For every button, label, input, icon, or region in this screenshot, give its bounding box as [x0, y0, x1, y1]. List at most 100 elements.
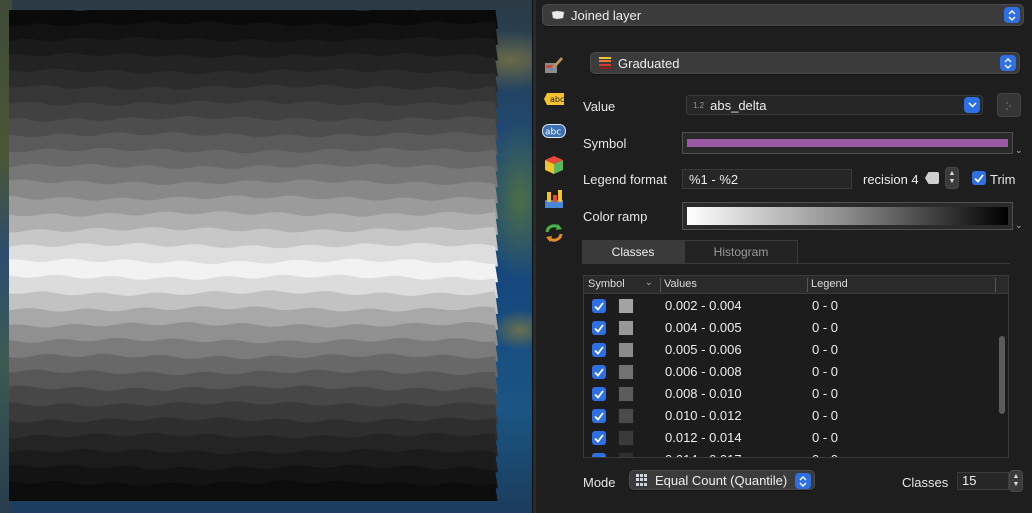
- class-visible-checkbox[interactable]: [592, 299, 606, 313]
- precision-stepper[interactable]: ▲ ▼: [945, 167, 959, 189]
- legend-format-label: Legend format: [583, 172, 667, 187]
- mask-tab[interactable]: abc: [540, 118, 568, 144]
- class-visible-checkbox[interactable]: [592, 453, 606, 457]
- class-legend[interactable]: 0 - 0: [812, 298, 838, 313]
- class-legend[interactable]: 0 - 0: [812, 408, 838, 423]
- value-field-combo[interactable]: 1.2 abs_delta: [686, 95, 983, 115]
- color-ramp-label: Color ramp: [583, 209, 648, 224]
- chevron-up-icon[interactable]: ▲: [1013, 473, 1020, 481]
- class-symbol-swatch[interactable]: [618, 320, 634, 336]
- symbol-swatch: [687, 139, 1008, 147]
- class-values[interactable]: 0.004 - 0.005: [665, 320, 742, 335]
- mode-combo[interactable]: Equal Count (Quantile): [629, 470, 815, 490]
- color-ramp-button[interactable]: [682, 202, 1013, 230]
- quantile-icon: [636, 474, 650, 486]
- layer-styling-panel: Joined layer abc abc Graduated Value 1.2…: [536, 0, 1032, 513]
- labels-tab[interactable]: abc: [540, 86, 568, 112]
- graduated-renderer-icon: [599, 56, 611, 70]
- table-row[interactable]: 0.010 - 0.012 0 - 0: [584, 405, 996, 427]
- classes-count-input[interactable]: 15: [957, 472, 1009, 490]
- class-visible-checkbox[interactable]: [592, 409, 606, 423]
- class-symbol-swatch[interactable]: [618, 364, 634, 380]
- svg-text:abc: abc: [550, 95, 564, 104]
- class-symbol-swatch[interactable]: [618, 298, 634, 314]
- table-header: Symbol ⌄ Values Legend: [584, 276, 1008, 294]
- class-values[interactable]: 0.008 - 0.010: [665, 386, 742, 401]
- table-row[interactable]: 0.002 - 0.004 0 - 0: [584, 295, 996, 317]
- class-symbol-swatch[interactable]: [618, 386, 634, 402]
- polygon-layer-icon: [551, 10, 565, 20]
- 3d-view-tab[interactable]: [540, 152, 568, 178]
- class-legend[interactable]: 0 - 0: [812, 342, 838, 357]
- class-symbol-swatch[interactable]: [618, 452, 634, 457]
- class-legend[interactable]: 0 - 0: [812, 320, 838, 335]
- symbology-tab[interactable]: [540, 52, 568, 78]
- chevron-updown-icon: [795, 473, 811, 489]
- table-row[interactable]: 0.008 - 0.010 0 - 0: [584, 383, 996, 405]
- classes-table[interactable]: Symbol ⌄ Values Legend 0.002 - 0.004 0 - …: [583, 275, 1009, 458]
- column-header-values[interactable]: Values: [664, 278, 697, 290]
- column-header-legend[interactable]: Legend: [811, 278, 848, 290]
- class-symbol-swatch[interactable]: [618, 342, 634, 358]
- class-symbol-swatch[interactable]: [618, 430, 634, 446]
- sort-chevron-icon[interactable]: ⌄: [645, 277, 653, 288]
- legend-format-value: %1 - %2: [689, 171, 739, 187]
- clear-icon[interactable]: [925, 172, 939, 184]
- table-row[interactable]: 0.004 - 0.005 0 - 0: [584, 317, 996, 339]
- expression-builder-button[interactable]: [997, 93, 1021, 117]
- checkmark-icon: [594, 389, 604, 399]
- class-legend[interactable]: 0 - 0: [812, 364, 838, 379]
- renderer-type-combo[interactable]: Graduated: [590, 52, 1020, 74]
- class-values[interactable]: 0.012 - 0.014: [665, 430, 742, 445]
- table-scrollbar[interactable]: [999, 336, 1005, 414]
- trim-label: Trim: [990, 172, 1016, 187]
- class-visible-checkbox[interactable]: [592, 387, 606, 401]
- layer-selector-combo[interactable]: Joined layer: [542, 4, 1024, 26]
- joined-layer-raster: [9, 10, 498, 501]
- diagrams-tab[interactable]: [540, 186, 568, 212]
- column-header-symbol[interactable]: Symbol: [588, 278, 625, 290]
- class-values[interactable]: 0.006 - 0.008: [665, 364, 742, 379]
- table-row[interactable]: 0.012 - 0.014 0 - 0: [584, 427, 996, 449]
- tab-classes[interactable]: Classes: [582, 240, 684, 264]
- symbol-button[interactable]: [682, 132, 1013, 154]
- classes-count-label: Classes: [902, 475, 949, 490]
- table-row[interactable]: 0.006 - 0.008 0 - 0: [584, 361, 996, 383]
- class-values[interactable]: 0.002 - 0.004: [665, 298, 742, 313]
- class-visible-checkbox[interactable]: [592, 365, 606, 379]
- class-legend[interactable]: 0 - 0: [812, 452, 838, 457]
- class-visible-checkbox[interactable]: [592, 321, 606, 335]
- class-visible-checkbox[interactable]: [592, 431, 606, 445]
- map-canvas[interactable]: [0, 0, 532, 513]
- diagram-icon: [545, 190, 563, 208]
- color-ramp-preview: [687, 207, 1008, 225]
- table-row[interactable]: 0.014 - 0.017 0 - 0: [584, 449, 996, 457]
- label-abc-yellow-icon: abc: [544, 93, 564, 105]
- class-values[interactable]: 0.005 - 0.006: [665, 342, 742, 357]
- value-label: Value: [583, 99, 616, 114]
- class-legend[interactable]: 0 - 0: [812, 386, 838, 401]
- chevron-down-icon[interactable]: ▼: [1013, 481, 1020, 489]
- rendering-tab[interactable]: [540, 220, 568, 246]
- chevron-up-icon[interactable]: ▲: [949, 170, 956, 178]
- legend-format-input[interactable]: %1 - %2: [682, 169, 852, 189]
- chevron-down-icon[interactable]: ▼: [949, 178, 956, 186]
- class-visible-checkbox[interactable]: [592, 343, 606, 357]
- trim-checkbox[interactable]: [972, 171, 986, 185]
- chevron-down-icon[interactable]: ⌄: [1015, 220, 1023, 231]
- classes-count-stepper[interactable]: ▲ ▼: [1009, 470, 1023, 492]
- checkmark-icon: [974, 173, 984, 183]
- tab-histogram[interactable]: Histogram: [684, 240, 798, 264]
- class-values[interactable]: 0.014 - 0.017: [665, 452, 742, 457]
- chevron-updown-icon: [1004, 7, 1020, 23]
- chevron-down-icon[interactable]: ⌄: [1015, 145, 1023, 156]
- checkmark-icon: [594, 301, 604, 311]
- precision-spinbox[interactable]: recision 4: [863, 169, 939, 189]
- class-values[interactable]: 0.010 - 0.012: [665, 408, 742, 423]
- field-type-badge: 1.2: [693, 100, 705, 110]
- class-legend[interactable]: 0 - 0: [812, 430, 838, 445]
- checkmark-icon: [594, 411, 604, 421]
- mode-value: Equal Count (Quantile): [655, 472, 788, 488]
- table-row[interactable]: 0.005 - 0.006 0 - 0: [584, 339, 996, 361]
- class-symbol-swatch[interactable]: [618, 408, 634, 424]
